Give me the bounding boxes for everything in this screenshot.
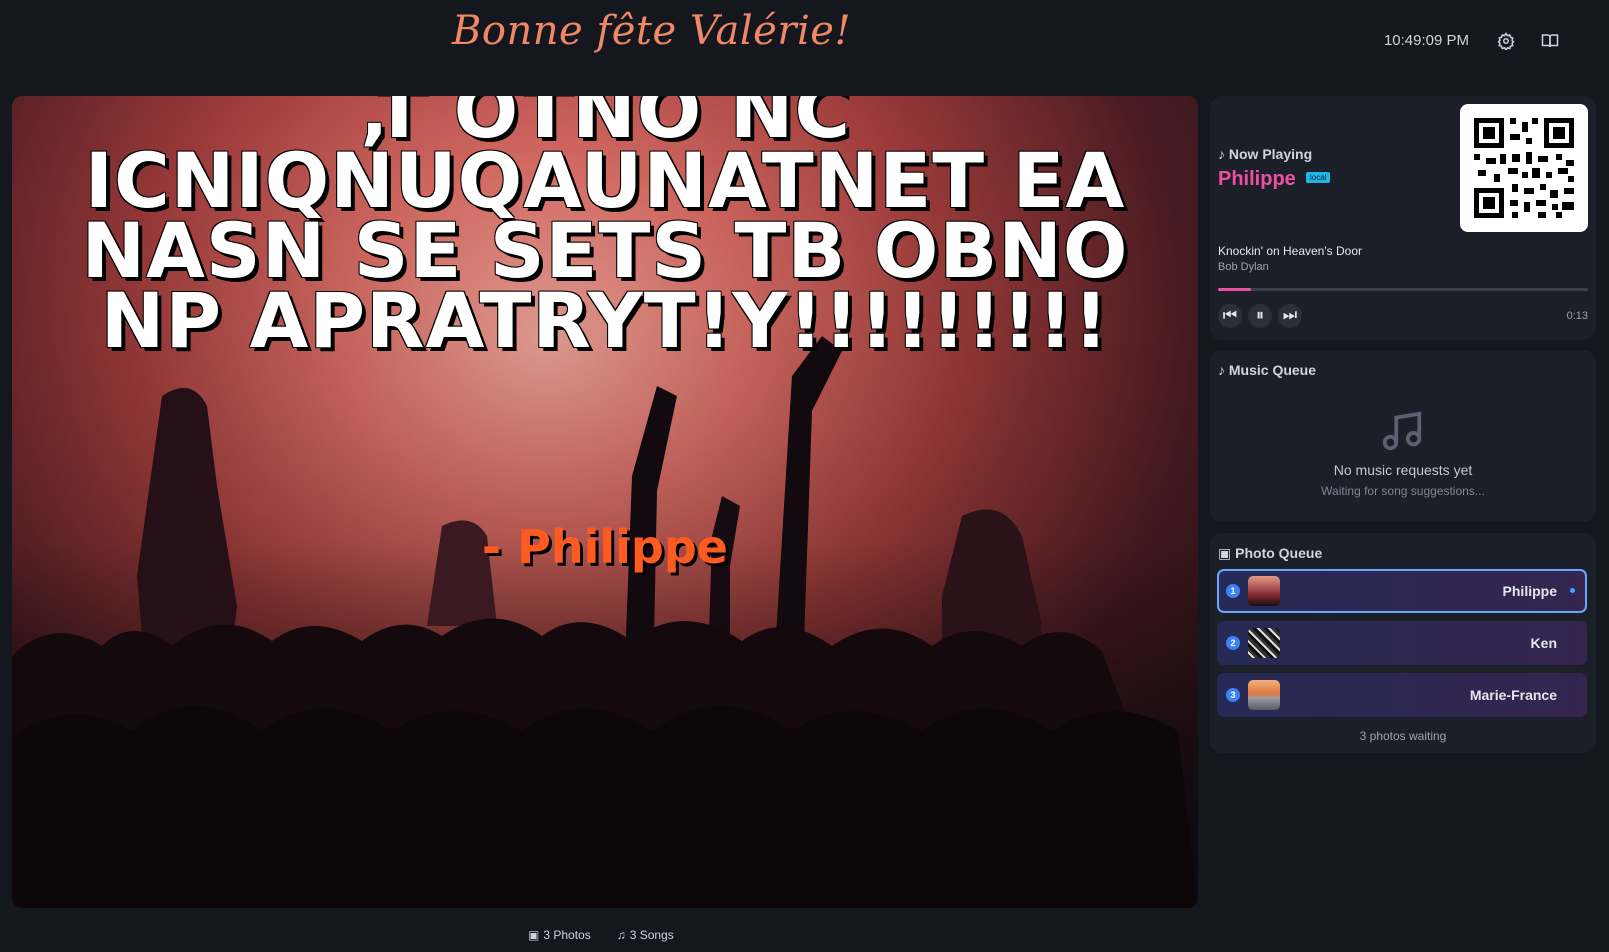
- skip-back-icon: ⏮: [1222, 307, 1238, 324]
- now-playing-panel: ♪ Now Playing Philippe local Knockin' on…: [1210, 96, 1596, 340]
- source-badge: local: [1306, 172, 1331, 183]
- music-queue-empty: No music requests yet: [1333, 462, 1473, 478]
- queue-sender: Marie-France: [1469, 687, 1557, 703]
- music-note-icon: ♪: [1218, 146, 1225, 162]
- queue-sender: Ken: [1530, 635, 1557, 651]
- queue-position: 3: [1226, 688, 1240, 702]
- progress-bar[interactable]: [1218, 288, 1588, 291]
- photo-message: ‚T OTNO NC ICNIQNUQAUNATNET EA NASN SE S…: [81, 96, 1129, 365]
- music-queue-empty-sub: Waiting for song suggestions...: [1321, 484, 1485, 498]
- photos-count: ▣ 3 Photos: [528, 928, 591, 942]
- playback-time: 0:13: [1566, 310, 1588, 322]
- song-title: Knockin' on Heaven's Door: [1218, 244, 1362, 258]
- photo-queue-item[interactable]: 3 Marie-France: [1217, 673, 1587, 717]
- music-note-icon: ♫: [616, 928, 626, 942]
- photo-thumbnail: [1248, 680, 1280, 710]
- pause-icon: ⏸: [1255, 307, 1264, 324]
- music-note-icon: ♪: [1218, 362, 1225, 378]
- book-icon[interactable]: [1539, 30, 1561, 52]
- header: Bonne fête Valérie! 10:49:09 PM: [0, 0, 1609, 90]
- now-playing-label-text: Now Playing: [1228, 146, 1313, 162]
- music-notes-icon: [1379, 408, 1425, 459]
- progress-fill: [1218, 288, 1252, 291]
- photo-queue-item[interactable]: 1 Philippe: [1217, 569, 1587, 613]
- queue-sender: Philippe: [1502, 583, 1557, 599]
- music-queue-panel: ♪ Music Queue No music requests yet Wait…: [1210, 350, 1596, 522]
- photo-queue-item[interactable]: 2 Ken: [1217, 621, 1587, 665]
- previous-button[interactable]: ⏮: [1218, 304, 1242, 328]
- photo-queue-title-text: Photo Queue: [1235, 545, 1323, 561]
- queue-position: 2: [1226, 636, 1240, 650]
- songs-count-label: 3 Songs: [629, 928, 674, 942]
- music-queue-title: ♪ Music Queue: [1218, 362, 1316, 378]
- now-playing-name: Philippe: [1218, 168, 1296, 190]
- photo-queue-title: ▣ Photo Queue: [1218, 545, 1322, 562]
- image-icon: ▣: [1218, 545, 1232, 561]
- photo-thumbnail: [1248, 628, 1280, 658]
- photo-queue-panel: ▣ Photo Queue 1 Philippe 2 Ken 3 Marie-F…: [1210, 533, 1596, 753]
- queue-position: 1: [1226, 584, 1240, 598]
- photos-waiting: 3 photos waiting: [1359, 729, 1447, 743]
- image-icon: ▣: [528, 928, 540, 942]
- photo-thumbnail: [1248, 576, 1280, 606]
- qr-code-image: [1474, 118, 1574, 218]
- photos-count-label: 3 Photos: [543, 928, 591, 942]
- photo-display: ‚T OTNO NC ICNIQNUQAUNATNET EA NASN SE S…: [12, 96, 1198, 908]
- songs-count: ♫ 3 Songs: [617, 928, 674, 942]
- song-artist: Bob Dylan: [1218, 261, 1269, 273]
- photo-author: - Philippe: [482, 520, 728, 574]
- footer-stats: ▣ 3 Photos ♫ 3 Songs: [528, 928, 674, 942]
- event-title: Bonne fête Valérie!: [452, 8, 852, 54]
- qr-code: [1460, 104, 1588, 232]
- pause-button[interactable]: ⏸: [1248, 304, 1272, 328]
- music-queue-title-text: Music Queue: [1228, 362, 1317, 378]
- playing-indicator: [1568, 586, 1577, 595]
- gear-icon[interactable]: [1495, 30, 1517, 52]
- clock: 10:49:09 PM: [1383, 32, 1469, 49]
- next-button[interactable]: ⏭: [1278, 304, 1302, 328]
- now-playing-label: ♪ Now Playing: [1218, 146, 1312, 162]
- skip-forward-icon: ⏭: [1282, 307, 1298, 324]
